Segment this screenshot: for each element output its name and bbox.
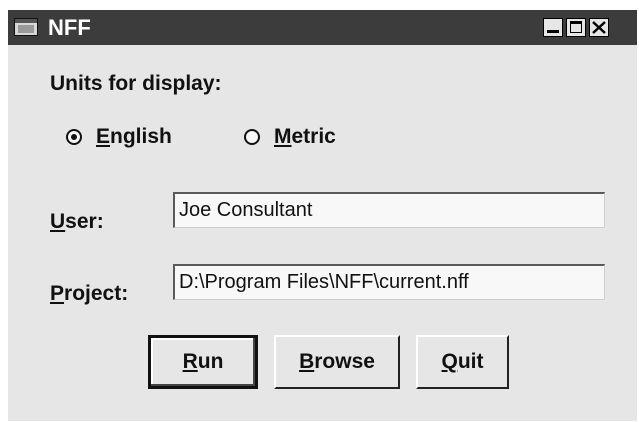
close-icon xyxy=(592,21,606,34)
english-radio[interactable]: English xyxy=(66,125,206,151)
radio-unselected-icon[interactable] xyxy=(244,129,260,145)
minimize-button[interactable] xyxy=(543,18,563,37)
close-button[interactable] xyxy=(589,18,609,37)
app-window-icon[interactable] xyxy=(14,18,38,36)
run-button[interactable]: Run xyxy=(148,335,258,389)
quit-button[interactable]: Quit xyxy=(416,335,509,389)
window-title: NFF xyxy=(48,15,91,40)
user-input[interactable] xyxy=(173,192,605,228)
browse-button[interactable]: Browse xyxy=(274,335,400,389)
radio-selected-icon[interactable] xyxy=(66,129,82,145)
metric-radio[interactable]: Metric xyxy=(244,125,364,151)
units-label: Units for display: xyxy=(50,72,222,95)
maximize-button[interactable] xyxy=(566,18,586,37)
project-input[interactable] xyxy=(173,264,605,300)
project-label: Project: xyxy=(50,282,129,305)
title-bar[interactable]: NFF xyxy=(8,10,637,45)
english-radio-label: English xyxy=(96,125,172,148)
metric-radio-label: Metric xyxy=(274,125,336,148)
user-label: User: xyxy=(50,210,104,233)
app-window: NFF Units for display: English Metric Us… xyxy=(8,10,637,421)
